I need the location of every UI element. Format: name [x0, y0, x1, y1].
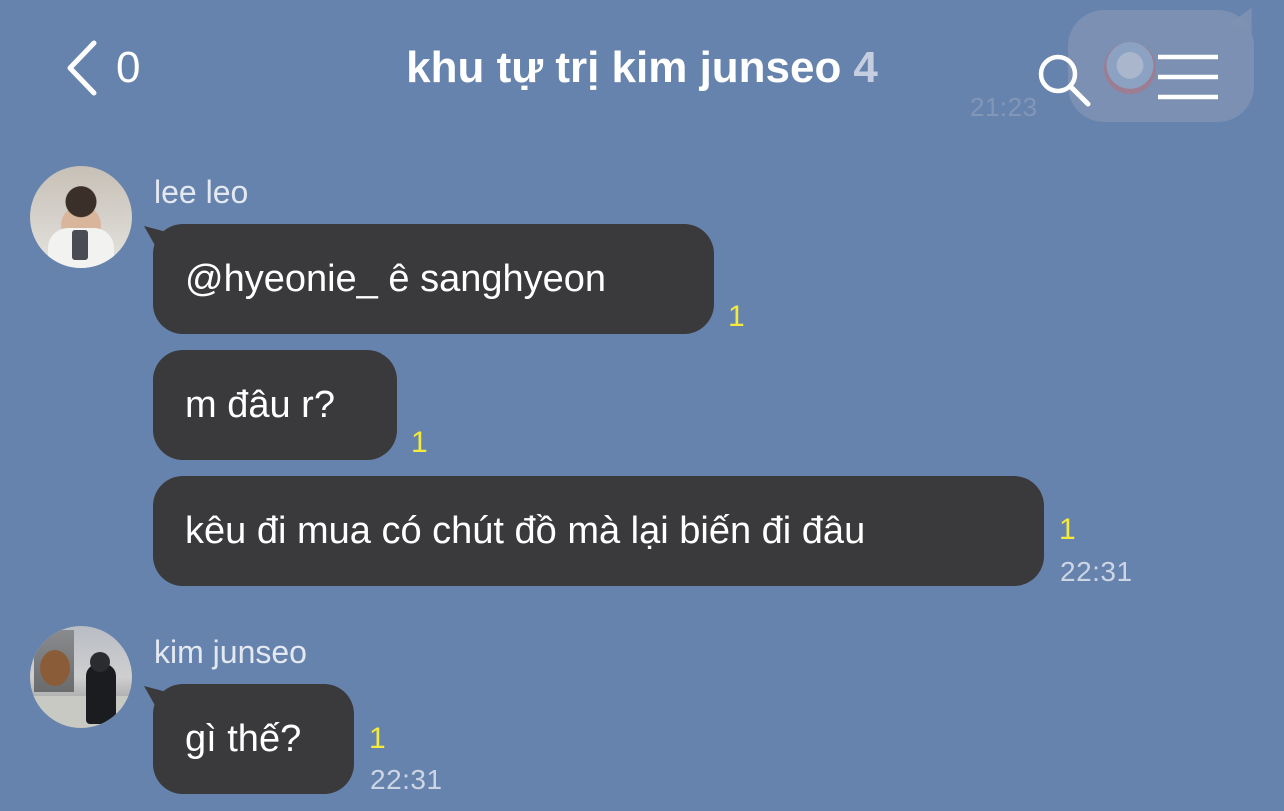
unread-chats-count: 0	[116, 43, 141, 92]
message-bubble[interactable]: @hyeonie_ ê sanghyeon	[153, 224, 714, 334]
message-time: 22:31	[370, 764, 443, 795]
back-button[interactable]: 0	[64, 36, 140, 100]
message-bubble[interactable]: m đâu r?	[153, 350, 397, 460]
sender-name: kim junseo	[154, 634, 307, 670]
menu-button[interactable]	[1156, 52, 1220, 102]
avatar-photo-detail	[40, 650, 70, 686]
hamburger-menu-icon	[1156, 54, 1220, 106]
unread-count: 1	[411, 426, 428, 459]
unread-count: 1	[728, 300, 745, 333]
message-bubble[interactable]: kêu đi mua có chút đồ mà lại biến đi đâu	[153, 476, 1044, 586]
avatar-photo-detail	[90, 652, 110, 672]
message-time: 22:31	[1060, 556, 1133, 587]
search-icon	[1034, 54, 1094, 114]
avatar-photo-detail	[86, 664, 116, 724]
chevron-left-icon	[64, 39, 98, 97]
avatar-photo-detail	[72, 230, 88, 260]
search-button[interactable]	[1034, 50, 1094, 110]
chat-title[interactable]: khu tự trị kim junseo	[406, 43, 841, 92]
avatar-lee-leo[interactable]	[30, 166, 132, 268]
sender-name: lee leo	[154, 174, 249, 210]
avatar-kim-junseo[interactable]	[30, 626, 132, 728]
avatar-photo-detail	[30, 696, 132, 728]
message-bubble[interactable]: gì thế?	[153, 684, 354, 794]
unread-count: 1	[1059, 513, 1076, 546]
unread-count: 1	[369, 722, 386, 755]
previous-message-time: 21:23	[970, 92, 1038, 122]
member-count[interactable]: 4	[853, 43, 877, 92]
clown-emoji-icon	[1104, 42, 1156, 94]
